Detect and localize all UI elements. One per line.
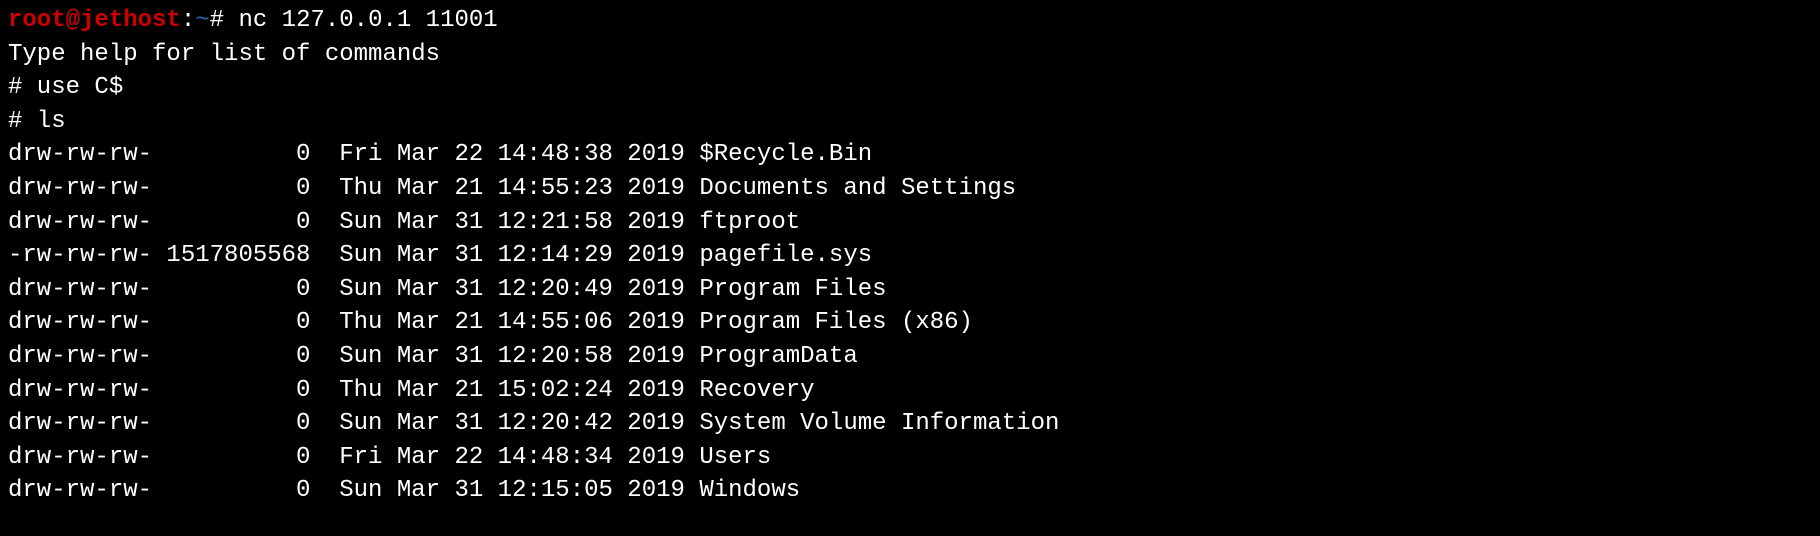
command-use: # use C$ — [8, 71, 1812, 105]
listing-row: drw-rw-rw- 0 Sun Mar 31 12:21:58 2019 ft… — [8, 206, 1812, 240]
file-listing: drw-rw-rw- 0 Fri Mar 22 14:48:38 2019 $R… — [8, 138, 1812, 508]
terminal-output[interactable]: root@jethost:~# nc 127.0.0.1 11001Type h… — [8, 4, 1812, 508]
listing-row: drw-rw-rw- 0 Sun Mar 31 12:20:42 2019 Sy… — [8, 407, 1812, 441]
prompt-line: root@jethost:~# nc 127.0.0.1 11001 — [8, 4, 1812, 38]
listing-row: drw-rw-rw- 0 Sun Mar 31 12:15:05 2019 Wi… — [8, 474, 1812, 508]
listing-row: drw-rw-rw- 0 Sun Mar 31 12:20:49 2019 Pr… — [8, 273, 1812, 307]
prompt-path: ~ — [195, 7, 209, 34]
listing-row: drw-rw-rw- 0 Sun Mar 31 12:20:58 2019 Pr… — [8, 340, 1812, 374]
prompt-sep: : — [181, 7, 195, 34]
listing-row: drw-rw-rw- 0 Thu Mar 21 15:02:24 2019 Re… — [8, 374, 1812, 408]
listing-row: drw-rw-rw- 0 Thu Mar 21 14:55:06 2019 Pr… — [8, 306, 1812, 340]
listing-row: drw-rw-rw- 0 Fri Mar 22 14:48:38 2019 $R… — [8, 138, 1812, 172]
command-nc — [224, 7, 238, 34]
command-nc-text: nc 127.0.0.1 11001 — [238, 7, 497, 34]
help-hint: Type help for list of commands — [8, 38, 1812, 72]
listing-row: drw-rw-rw- 0 Thu Mar 21 14:55:23 2019 Do… — [8, 172, 1812, 206]
listing-row: drw-rw-rw- 0 Fri Mar 22 14:48:34 2019 Us… — [8, 441, 1812, 475]
prompt-user: root@jethost — [8, 7, 181, 34]
prompt-symbol: # — [210, 7, 224, 34]
command-ls: # ls — [8, 105, 1812, 139]
listing-row: -rw-rw-rw- 1517805568 Sun Mar 31 12:14:2… — [8, 239, 1812, 273]
